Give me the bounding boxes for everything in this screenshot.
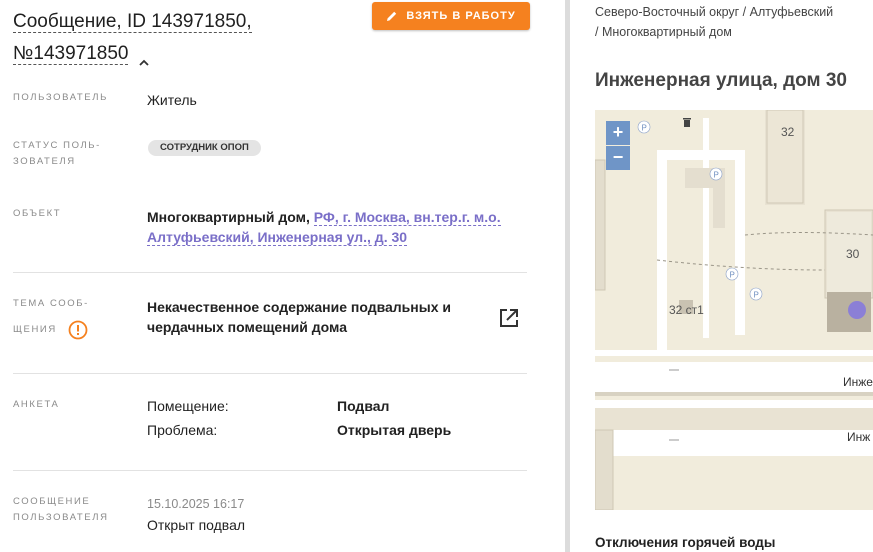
title-line-2: №143971850 bbox=[13, 43, 129, 65]
status-label-1: СТАТУС ПОЛЬ- bbox=[13, 140, 101, 151]
user-label: ПОЛЬЗОВАТЕЛЬ bbox=[13, 92, 108, 103]
address-title: Инженерная улица, дом 30 bbox=[595, 70, 847, 91]
topic-label-1: ТЕМА СООБ- bbox=[13, 298, 89, 309]
parking-icon: P bbox=[725, 267, 739, 281]
message-label-2: ПОЛЬЗОВАТЕЛЯ bbox=[13, 512, 109, 523]
building-30-label: 30 bbox=[846, 247, 860, 261]
street-label-1: Инже bbox=[843, 375, 873, 389]
object-address-link-1[interactable]: РФ, г. Москва, вн.тер.г. м.о. bbox=[313, 209, 501, 226]
survey-value-2: Открытая дверь bbox=[337, 422, 452, 438]
status-badge: СОТРУДНИК ОПОП bbox=[148, 140, 261, 156]
user-value: Житель bbox=[147, 92, 197, 108]
map-view[interactable]: P P P P 32 30 32 ст1 Инже Инж bbox=[595, 110, 873, 510]
survey-value-1: Подвал bbox=[337, 398, 390, 414]
breadcrumb-line-2[interactable]: / Многоквартирный дом bbox=[595, 22, 870, 42]
svg-text:P: P bbox=[642, 124, 647, 133]
pencil-icon bbox=[387, 11, 397, 21]
topic-value-line-2: чердачных помещений дома bbox=[147, 319, 347, 335]
breadcrumb-line-1[interactable]: Северо-Восточный округ / Алтуфьевский bbox=[595, 2, 870, 22]
street-label-2: Инж bbox=[847, 430, 870, 444]
svg-text:P: P bbox=[730, 271, 735, 280]
survey-label: АНКЕТА bbox=[13, 399, 60, 410]
trash-icon bbox=[683, 118, 691, 127]
object-value: Многоквартирный дом, РФ, г. Москва, вн.т… bbox=[147, 207, 507, 247]
zoom-in-button[interactable]: + bbox=[606, 121, 630, 145]
survey-key-2: Проблема: bbox=[147, 422, 218, 438]
object-address-link-2[interactable]: Алтуфьевский, Инженерная ул., д. 30 bbox=[147, 229, 408, 246]
survey-key-1: Помещение: bbox=[147, 398, 229, 414]
map-marker[interactable] bbox=[848, 301, 866, 319]
take-to-work-button[interactable]: ВЗЯТЬ В РАБОТУ bbox=[372, 2, 530, 30]
message-time: 15.10.2025 16:17 bbox=[147, 497, 245, 511]
message-text: Открыт подвал bbox=[147, 517, 246, 533]
topic-label-2: ЩЕНИЯ bbox=[13, 324, 57, 335]
building-32-label: 32 bbox=[781, 125, 795, 139]
warning-icon bbox=[68, 320, 88, 340]
object-type: Многоквартирный дом, bbox=[147, 209, 310, 225]
page-title: Сообщение, ID 143971850, №143971850 bbox=[13, 6, 363, 70]
topic-value-line-1: Некачественное содержание подвальных и bbox=[147, 299, 451, 315]
topic-value: Некачественное содержание подвальных и ч… bbox=[147, 297, 477, 337]
parking-icon: P bbox=[749, 287, 763, 301]
breadcrumb: Северо-Восточный округ / Алтуфьевский / … bbox=[595, 2, 870, 42]
parking-icon: P bbox=[637, 120, 651, 134]
chevron-up-icon[interactable] bbox=[138, 48, 150, 66]
open-external-icon[interactable] bbox=[498, 307, 520, 329]
outage-title: Отключения горячей воды bbox=[595, 535, 776, 550]
status-label-2: ЗОВАТЕЛЯ bbox=[13, 156, 76, 167]
take-to-work-label: ВЗЯТЬ В РАБОТУ bbox=[406, 10, 516, 22]
building-32s1-label: 32 ст1 bbox=[669, 303, 704, 317]
divider-1 bbox=[13, 272, 527, 273]
message-label-1: СООБЩЕНИЕ bbox=[13, 496, 91, 507]
title-line-1: Сообщение, ID 143971850, bbox=[13, 11, 252, 33]
svg-text:P: P bbox=[754, 291, 759, 300]
svg-text:P: P bbox=[714, 171, 719, 180]
divider-3 bbox=[13, 470, 527, 471]
map-canvas[interactable]: P P P P 32 30 32 ст1 Инже Инж bbox=[595, 110, 873, 510]
zoom-out-button[interactable]: − bbox=[606, 146, 630, 170]
parking-icon: P bbox=[709, 167, 723, 181]
object-label: ОБЪЕКТ bbox=[13, 208, 62, 219]
divider-2 bbox=[13, 373, 527, 374]
